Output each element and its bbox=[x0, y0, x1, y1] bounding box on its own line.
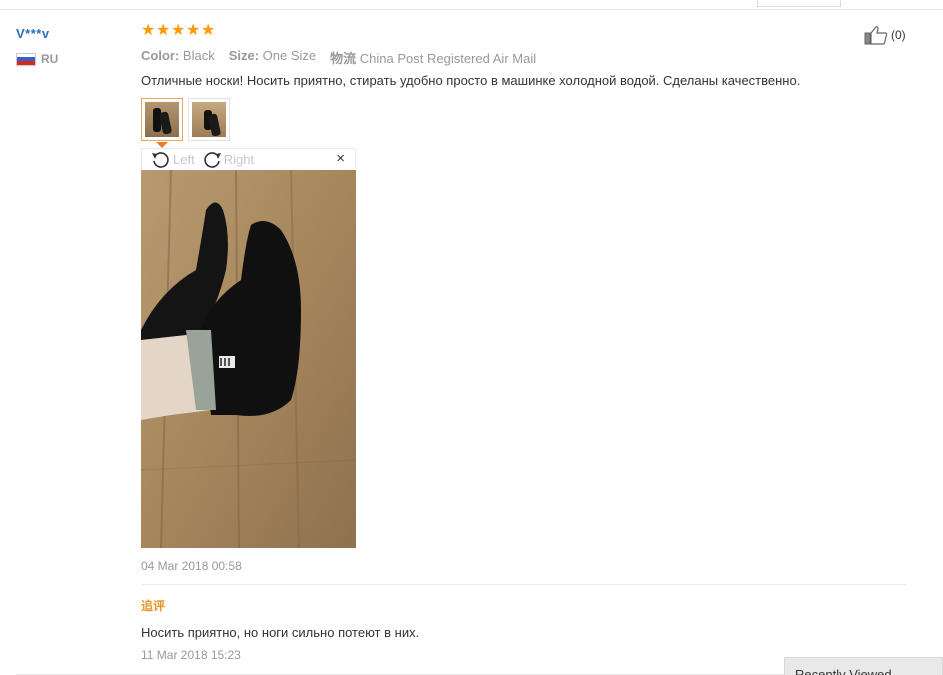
rotate-right-button[interactable]: Right bbox=[201, 150, 254, 170]
top-tab-edge bbox=[757, 0, 841, 7]
order-attributes: Color: Black Size: One Size 物流 China Pos… bbox=[141, 48, 536, 67]
rotate-left-icon bbox=[152, 151, 169, 168]
star-icon: ★ bbox=[156, 22, 171, 39]
review-text: Отличные носки! Носить приятно, стирать … bbox=[141, 73, 801, 88]
review-photo bbox=[141, 170, 356, 548]
rotate-left-button[interactable]: Left bbox=[150, 150, 195, 170]
star-icon: ★ bbox=[186, 22, 201, 39]
followup-divider bbox=[141, 584, 907, 585]
close-viewer-button[interactable]: × bbox=[336, 150, 345, 167]
rotate-right-icon bbox=[204, 151, 221, 168]
review-thumbnail-1[interactable] bbox=[141, 98, 183, 141]
helpful-button[interactable]: (0) bbox=[864, 25, 906, 45]
star-icon: ★ bbox=[171, 22, 186, 39]
followup-text: Носить приятно, но ноги сильно потеют в … bbox=[141, 625, 420, 640]
rotate-right-label: Right bbox=[223, 152, 255, 167]
review-date: 04 Mar 2018 00:58 bbox=[141, 559, 242, 573]
followup-date: 11 Mar 2018 15:23 bbox=[141, 648, 241, 662]
helpful-count: (0) bbox=[891, 28, 906, 42]
russia-flag-icon bbox=[16, 52, 36, 66]
attr-color: Color: Black bbox=[141, 48, 215, 63]
thumbs-up-icon bbox=[864, 26, 888, 45]
star-rating: ★ ★ ★ ★ ★ bbox=[141, 22, 216, 39]
country-code: RU bbox=[41, 52, 59, 66]
socks-photo-image bbox=[141, 170, 356, 548]
reviewer-country: RU bbox=[16, 52, 58, 66]
attr-shipping: 物流 China Post Registered Air Mail bbox=[330, 51, 537, 66]
image-viewer-toolbar: Left Right × bbox=[141, 148, 356, 170]
top-divider bbox=[0, 9, 943, 10]
recently-viewed-tab[interactable]: Recently Viewed bbox=[784, 657, 943, 675]
reviewer-name: V***v bbox=[16, 26, 50, 41]
rotate-left-label: Left bbox=[173, 152, 195, 167]
attr-size: Size: One Size bbox=[228, 48, 317, 63]
followup-label: 追评 bbox=[141, 599, 166, 613]
review-thumbnail-2[interactable] bbox=[188, 98, 230, 141]
star-icon: ★ bbox=[201, 22, 216, 39]
star-icon: ★ bbox=[141, 22, 156, 39]
review-thumbnails bbox=[141, 98, 230, 141]
